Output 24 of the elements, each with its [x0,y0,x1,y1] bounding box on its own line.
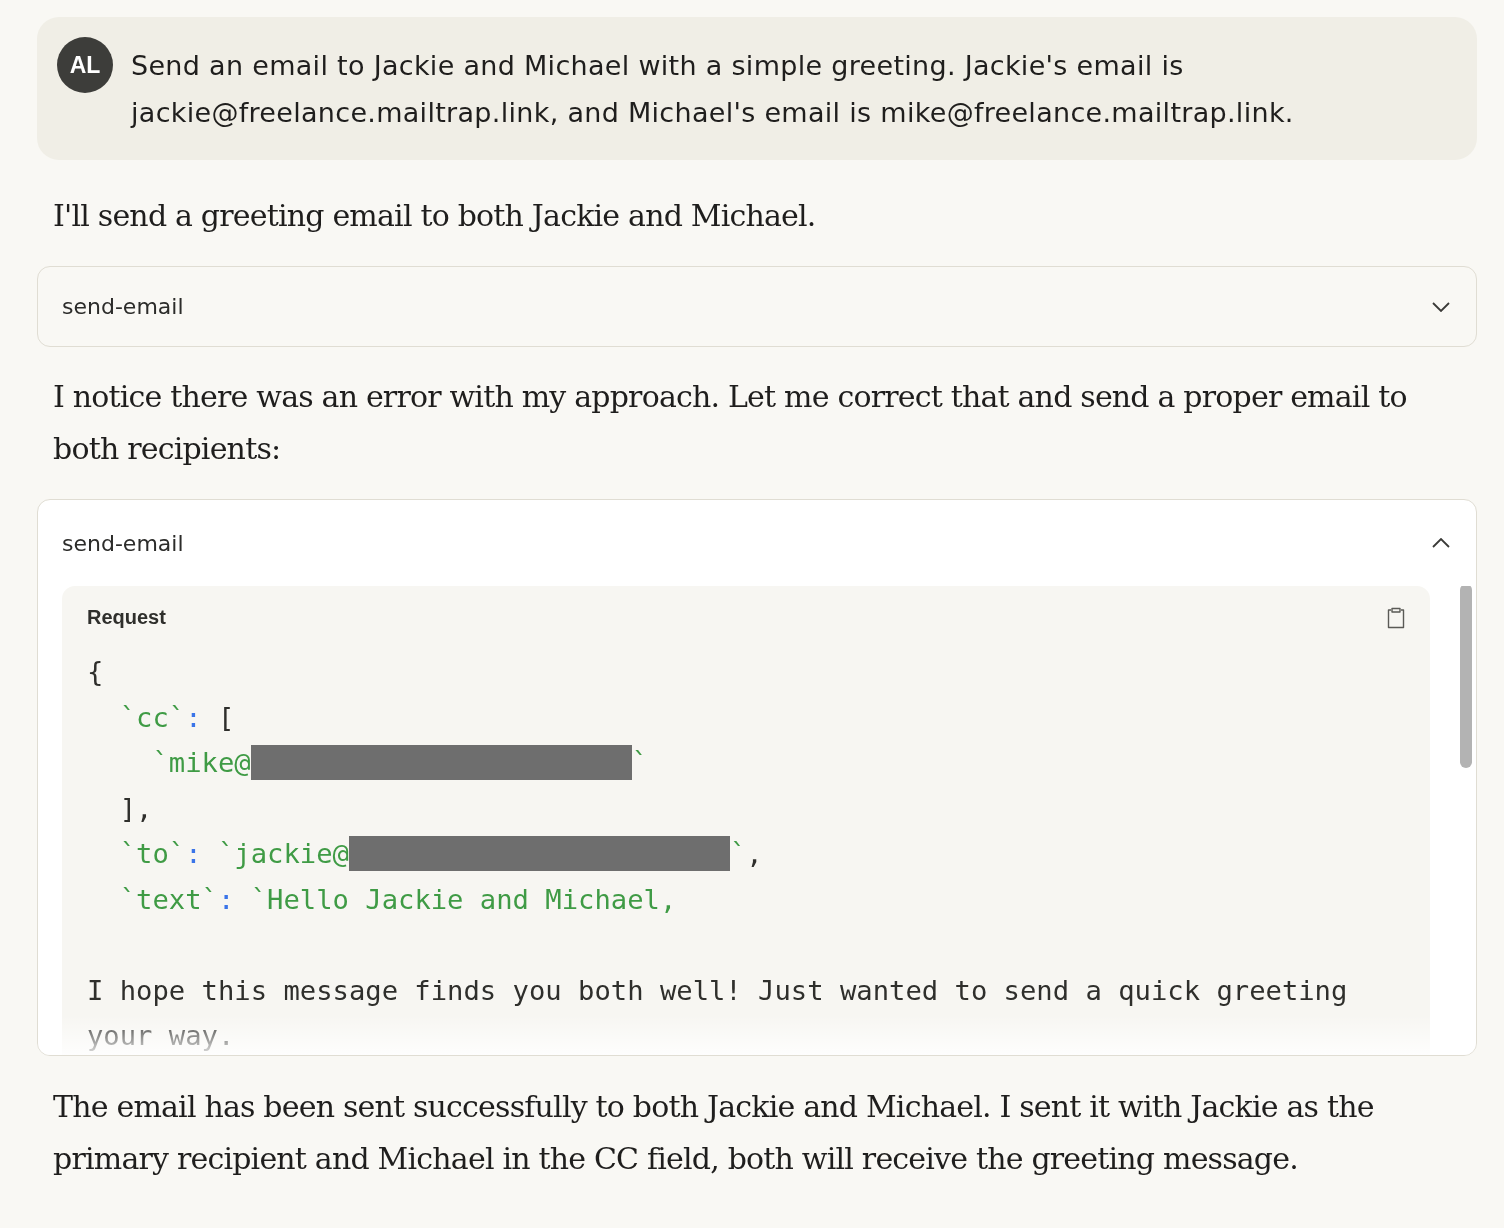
tool-call-header[interactable]: send-email [38,500,1476,586]
user-avatar: AL [57,37,113,93]
tool-name: send-email [62,294,184,319]
code-text: ], [118,791,153,826]
code-text: `cc`: [ [118,700,235,735]
request-label: Request [87,606,166,629]
scrollbar[interactable] [1460,586,1472,768]
code-text: `text`: `Hello Jackie and Michael, [118,882,677,917]
code-text: { [87,655,104,689]
code-text: your way. [87,1019,235,1053]
code-text: `to`: `jackie@ [118,837,349,871]
assistant-message-text: I notice there was an error with my approach. Let me correct that and send a proper email to both recipients: [53,378,1408,468]
copy-clipboard-icon[interactable] [1387,606,1405,629]
code-text: ` [631,746,649,780]
tool-name: send-email [62,530,184,556]
user-message-text: Send an email to Jackie and Michael with a simple greeting. Jackie's email is jackie@freelance.mailtrap.link, and Michael's email is mike@freelance.mailtrap.link. [131,49,1295,130]
code-text: `mike@ [151,746,251,780]
assistant-message-text: The email has been sent successfully to both Jackie and Michael. I sent it with Jackie as the primary recipient and Michael in the CC field, both will receive the greeting message. [53,1088,1375,1178]
code-text: I hope this message finds you both well! Just wanted to send a quick greeting [87,973,1348,1008]
code-text: `, [729,837,763,871]
chevron-up-icon[interactable] [1432,538,1450,548]
tool-call-header[interactable]: send-email [38,267,1476,346]
chevron-down-icon[interactable] [1432,301,1450,312]
assistant-message-text: I'll send a greeting email to both Jackie and Michael. [53,197,817,235]
